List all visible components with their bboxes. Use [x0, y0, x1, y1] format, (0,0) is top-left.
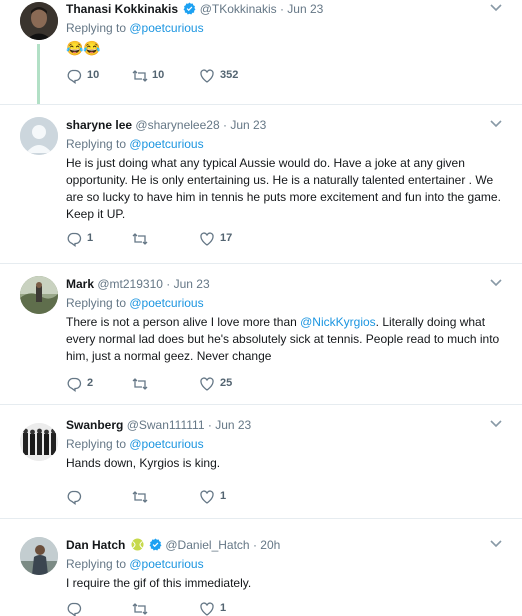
tweet-text: I require the gif of this immediately. — [66, 576, 252, 590]
display-name[interactable]: Mark — [66, 277, 94, 291]
retweet-count: 10 — [152, 69, 165, 81]
replying-to: Replying to @poetcurious — [66, 135, 502, 153]
tweet-actions: 2 25 — [66, 376, 266, 392]
chevron-down-icon[interactable] — [488, 276, 504, 290]
chevron-down-icon[interactable] — [488, 117, 504, 131]
replying-prefix: Replying to — [66, 296, 130, 310]
handle[interactable]: @sharynelee28 — [135, 118, 219, 132]
tweet-text: 😂😂 — [66, 40, 101, 56]
replying-prefix: Replying to — [66, 437, 130, 451]
heart-icon — [200, 232, 214, 246]
reply-icon — [67, 602, 82, 616]
timestamp[interactable]: Jun 23 — [215, 418, 251, 432]
reply-icon — [67, 490, 82, 505]
replying-to-link[interactable]: @poetcurious — [129, 137, 203, 151]
reply-icon — [67, 69, 82, 84]
verified-badge-icon — [183, 2, 196, 20]
separator-dot: · — [207, 418, 212, 432]
retweet-icon — [132, 70, 148, 82]
retweet-icon — [132, 233, 148, 245]
separator-dot: · — [252, 538, 257, 552]
tweet-actions: 1 — [66, 601, 266, 616]
chevron-down-icon[interactable] — [488, 417, 504, 431]
like-count: 25 — [220, 377, 233, 389]
timestamp[interactable]: Jun 23 — [174, 277, 210, 291]
tweet[interactable]: Swanberg @Swan111111 · Jun 23 Replying t… — [0, 405, 522, 508]
replying-to-link[interactable]: @poetcurious — [129, 557, 203, 571]
avatar[interactable] — [20, 537, 58, 575]
replying-to: Replying to @poetcurious — [66, 555, 502, 573]
chevron-down-icon[interactable] — [488, 1, 504, 15]
separator-dot: · — [222, 118, 227, 132]
like-count: 1 — [220, 490, 227, 502]
tweet[interactable]: Thanasi Kokkinakis @TKokkinakis · Jun 23… — [0, 0, 522, 104]
replying-to: Replying to @poetcurious — [66, 19, 502, 37]
thread-line — [37, 44, 40, 104]
display-name[interactable]: Dan Hatch — [66, 538, 125, 552]
chevron-down-icon[interactable] — [488, 537, 504, 551]
tweet-actions: 1 17 — [66, 231, 266, 247]
retweet-icon — [132, 491, 148, 503]
display-name[interactable]: Swanberg — [66, 418, 123, 432]
tweet-header: Swanberg @Swan111111 · Jun 23 — [66, 416, 502, 434]
like-count: 352 — [220, 69, 239, 81]
tennis-ball-icon — [131, 538, 144, 556]
retweet-icon — [132, 378, 148, 390]
tweet-actions: 10 10 352 — [66, 68, 266, 84]
tweet-header: sharyne lee @sharynelee28 · Jun 23 — [66, 116, 502, 134]
reply-count: 1 — [87, 232, 94, 244]
display-name[interactable]: Thanasi Kokkinakis — [66, 2, 178, 16]
heart-icon — [200, 69, 214, 83]
tweet[interactable]: sharyne lee @sharynelee28 · Jun 23 Reply… — [0, 105, 522, 263]
tweet-text: Hands down, Kyrgios is king. — [66, 456, 221, 470]
replying-to: Replying to @poetcurious — [66, 435, 502, 453]
timestamp[interactable]: Jun 23 — [287, 2, 323, 16]
replying-to: Replying to @poetcurious — [66, 294, 502, 312]
reply-icon — [67, 232, 82, 247]
heart-icon — [200, 602, 214, 616]
avatar[interactable] — [20, 276, 58, 314]
handle[interactable]: @Daniel_Hatch — [165, 538, 249, 552]
retweet-icon — [132, 603, 148, 615]
tweet-header: Dan Hatch @Daniel_Hatch · 20h — [66, 536, 502, 554]
timestamp[interactable]: 20h — [260, 538, 280, 552]
avatar[interactable] — [20, 2, 58, 40]
avatar[interactable] — [20, 423, 58, 461]
reply-icon — [67, 377, 82, 392]
tweet-text: He is just doing what any typical Aussie… — [66, 156, 501, 221]
replying-prefix: Replying to — [66, 557, 130, 571]
handle[interactable]: @TKokkinakis — [200, 2, 277, 16]
avatar[interactable] — [20, 117, 58, 155]
tweet-header: Mark @mt219310 · Jun 23 — [66, 275, 502, 293]
reply-count: 10 — [87, 69, 100, 81]
replying-to-link[interactable]: @poetcurious — [129, 296, 203, 310]
handle[interactable]: @Swan111111 — [127, 418, 205, 432]
timestamp[interactable]: Jun 23 — [230, 118, 266, 132]
heart-icon — [200, 377, 214, 391]
like-count: 17 — [220, 232, 233, 244]
tweet-actions: 1 — [66, 489, 266, 505]
heart-icon — [200, 490, 214, 504]
replying-to-link[interactable]: @poetcurious — [129, 437, 203, 451]
replying-to-link[interactable]: @poetcurious — [129, 21, 203, 35]
reply-count: 2 — [87, 377, 94, 389]
separator-dot: · — [166, 277, 171, 291]
verified-badge-icon — [149, 538, 162, 556]
text-segment: There is not a person alive I love more … — [66, 315, 301, 329]
handle[interactable]: @mt219310 — [97, 277, 163, 291]
like-count: 1 — [220, 602, 227, 614]
separator-dot: · — [279, 2, 284, 16]
tweet-header: Thanasi Kokkinakis @TKokkinakis · Jun 23 — [66, 0, 502, 18]
replying-prefix: Replying to — [66, 21, 130, 35]
tweet[interactable]: Dan Hatch @Daniel_Hatch · 20h Replying t… — [0, 519, 522, 616]
mention-link[interactable]: @NickKyrgios — [300, 315, 376, 329]
replying-prefix: Replying to — [66, 137, 130, 151]
display-name[interactable]: sharyne lee — [66, 118, 132, 132]
tweet-text: There is not a person alive I love more … — [66, 314, 502, 365]
tweet[interactable]: Mark @mt219310 · Jun 23 Replying to @poe… — [0, 264, 522, 404]
